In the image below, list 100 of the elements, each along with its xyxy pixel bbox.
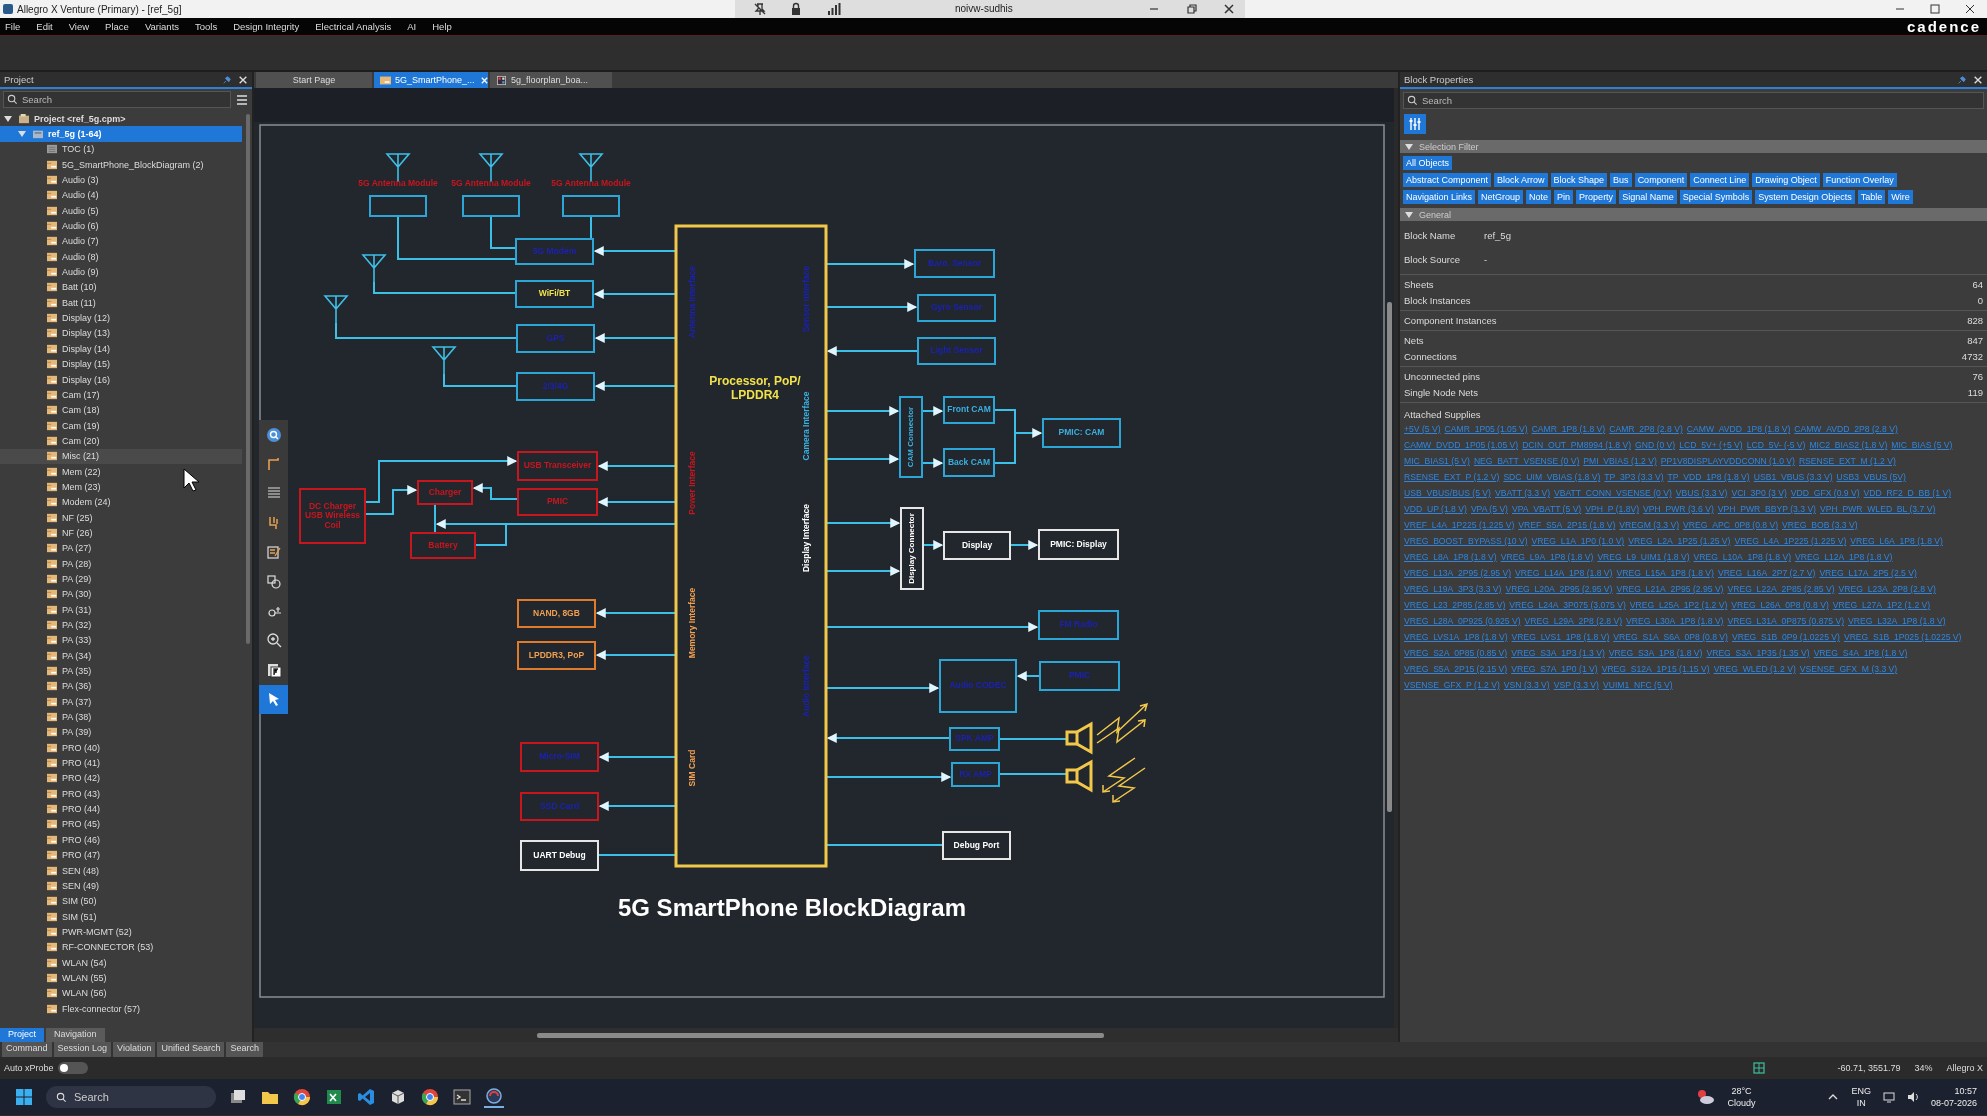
supply-link[interactable]: VREG_L2A_1P25 (1.25 V) [1628, 535, 1731, 548]
supply-link[interactable]: CAMW_AVDD_1P8 (1.8 V) [1686, 423, 1791, 436]
supply-link[interactable]: VREG_L17A_2P5 (2.5 V) [1819, 567, 1917, 580]
monitor-icon[interactable] [1882, 1091, 1895, 1103]
tree-item[interactable]: Audio (5) [0, 203, 242, 219]
supply-link[interactable]: VREG_L29A_2P8 (2.8 V) [1524, 615, 1623, 628]
supply-link[interactable]: VREG_L27A_1P2 (1.2 V) [1832, 599, 1931, 612]
tree-item[interactable]: WLAN (56) [0, 985, 242, 1001]
supply-link[interactable]: VREG_L1A_1P0 (1.0 V) [1531, 535, 1625, 548]
supply-link[interactable]: VREG_L10A_1P8 (1.8 V) [1693, 551, 1791, 564]
menu-item[interactable]: File [5, 21, 21, 32]
tree-item[interactable]: 5G_SmartPhone_BlockDiagram (2) [0, 157, 242, 173]
supply-link[interactable]: VREG_L4A_1P225 (1.225 V) [1734, 535, 1847, 548]
tree-item[interactable]: Modem (24) [0, 494, 242, 510]
filter-chip[interactable]: Navigation Links [1403, 190, 1476, 204]
filter-button[interactable] [1404, 114, 1426, 134]
maximize-icon[interactable] [1928, 2, 1942, 16]
close-icon[interactable] [1973, 74, 1983, 85]
menu-item[interactable]: Help [432, 21, 452, 32]
supply-link[interactable]: VSP (3.3 V) [1553, 679, 1599, 692]
supply-link[interactable]: DCIN_OUT_PM8994 (1.8 V) [1522, 439, 1632, 452]
supply-link[interactable]: RSENSE_EXT_M (1.2 V) [1798, 455, 1896, 468]
tree-item[interactable]: TOC (1) [0, 141, 242, 158]
browser-icon[interactable] [292, 1087, 312, 1107]
supply-link[interactable]: VREG_L9_UIM1 (1.8 V) [1597, 551, 1690, 564]
supply-link[interactable]: VREG_L30A_1P8 (1.8 V) [1626, 615, 1724, 628]
browser-icon[interactable] [420, 1087, 440, 1107]
supply-link[interactable]: GND (0 V) [1635, 439, 1676, 452]
supply-link[interactable]: VPH_P (1.8V) [1585, 503, 1640, 516]
xprobe-toggle[interactable] [57, 1062, 88, 1074]
tree-item[interactable]: PRO (45) [0, 816, 242, 833]
filter-chip[interactable]: Pin [1554, 190, 1574, 204]
search-field[interactable]: Search [1403, 92, 1984, 109]
tree-item[interactable]: Cam (18) [0, 402, 242, 418]
start-icon[interactable] [14, 1087, 34, 1107]
pin-icon[interactable] [222, 74, 232, 85]
tree-item[interactable]: RF-CONNECTOR (53) [0, 939, 242, 955]
supply-link[interactable]: VREG_L24A_3P075 (3.075 V) [1509, 599, 1626, 612]
editor-tab[interactable]: 5g_floorplan_boa... [490, 72, 612, 88]
tree-item[interactable]: PA (35) [0, 663, 242, 679]
supply-link[interactable]: SDC_UIM_VBIAS (1.8 V) [1503, 471, 1601, 484]
supply-link[interactable]: VREG_L31A_0P875 (0.875 V) [1727, 615, 1845, 628]
filter-chip[interactable]: Connect Line [1690, 173, 1750, 187]
supply-link[interactable]: VBATT_CONN_VSENSE (0 V) [1554, 487, 1672, 500]
supply-link[interactable]: VREG_L14A_1P8 (1.8 V) [1515, 567, 1613, 580]
tree-item[interactable]: PA (32) [0, 617, 242, 633]
tree-item[interactable]: Display (13) [0, 325, 242, 342]
app-icon[interactable] [484, 1086, 504, 1108]
language[interactable]: ENG [1851, 1085, 1871, 1097]
volume-icon[interactable] [1906, 1091, 1919, 1103]
supply-link[interactable]: VREG_S12A_1P15 (1.15 V) [1601, 663, 1710, 676]
filter-chip[interactable]: Bus [1610, 173, 1632, 187]
section-header[interactable]: Selection Filter [1400, 140, 1987, 153]
supply-link[interactable]: VREG_S1B_1P025 (1.0225 V) [1843, 631, 1962, 644]
supply-link[interactable]: VREG_L12A_1P8 (1.8 V) [1795, 551, 1893, 564]
tree-item[interactable]: Misc (21) [0, 448, 242, 464]
supply-link[interactable]: VREG_L15A_1P8 (1.8 V) [1616, 567, 1714, 580]
supply-link[interactable]: VREG_S3A_1P3 (1.3 V) [1511, 647, 1605, 660]
supply-link[interactable]: VREG_S3A_1P35 (1.35 V) [1706, 647, 1810, 660]
tree-item[interactable]: ref_5g (1-64) [0, 126, 242, 142]
supply-link[interactable]: CAMW_AVDD_2P8 (2.8 V) [1794, 423, 1898, 436]
clock-time[interactable]: 10:57 [1954, 1085, 1977, 1097]
supply-link[interactable]: VREG_L19A_3P3 (3.3 V) [1404, 583, 1502, 596]
tree-item[interactable]: NF (26) [0, 525, 242, 541]
terminal-icon[interactable] [452, 1087, 472, 1107]
filter-chip[interactable]: All Objects [1403, 156, 1452, 170]
tree-item[interactable]: PRO (40) [0, 740, 242, 756]
supply-link[interactable]: PP1V8DISPLAYVDDCONN (1.0 V) [1660, 455, 1795, 468]
tree-item[interactable]: Display (15) [0, 356, 242, 372]
supply-link[interactable]: VDD_UP (1.8 V) [1404, 503, 1467, 516]
tree-item[interactable]: PA (38) [0, 709, 242, 725]
supply-link[interactable]: VREG_S1A_S6A_0P8 (0.8 V) [1613, 631, 1728, 644]
pin-icon[interactable] [1957, 74, 1967, 85]
tree-item[interactable]: Audio (7) [0, 233, 242, 250]
tree-item[interactable]: Audio (6) [0, 218, 242, 234]
tree-item[interactable]: PA (29) [0, 571, 242, 587]
tree-item[interactable]: PA (31) [0, 602, 242, 618]
tree-item[interactable]: Display (14) [0, 341, 242, 357]
filter-chip[interactable]: System Design Objects [1755, 190, 1855, 204]
close-icon[interactable] [238, 74, 248, 85]
tree-item[interactable]: PA (39) [0, 724, 242, 741]
supply-link[interactable]: VREG_S1B_0P9 (1.0225 V) [1731, 631, 1840, 644]
supply-link[interactable]: USB_VBUS/BUS (5 V) [1404, 487, 1491, 500]
supply-link[interactable]: VREG_LVS1_1P8 (1.8 V) [1511, 631, 1610, 644]
filter-chip[interactable]: Note [1526, 190, 1552, 204]
tree-item[interactable]: PRO (41) [0, 755, 242, 771]
filter-chip[interactable]: Block Arrow [1494, 173, 1548, 187]
menu-item[interactable]: Design Integrity [233, 21, 300, 32]
supply-link[interactable]: VUIM1_NFC (5 V) [1602, 679, 1673, 692]
tree-item[interactable]: PRO (46) [0, 832, 242, 848]
tree-item[interactable]: NF (25) [0, 509, 242, 526]
supply-link[interactable]: VPH_PWR_BBYP (3.3 V) [1717, 503, 1816, 516]
lock-icon[interactable] [789, 2, 803, 16]
filter-chip[interactable]: Table [1857, 190, 1886, 204]
menu-icon[interactable] [235, 92, 249, 107]
supply-link[interactable]: NEG_BATT_VSENSE (0 V) [1473, 455, 1580, 468]
supply-link[interactable]: MIC2_BIAS2 (1.8 V) [1809, 439, 1888, 452]
supply-link[interactable]: USB3_VBUS (5V) [1836, 471, 1906, 484]
supply-link[interactable]: VBUS (3.3 V) [1675, 487, 1728, 500]
supply-link[interactable]: CAMR_1P05 (1.05 V) [1444, 423, 1528, 436]
